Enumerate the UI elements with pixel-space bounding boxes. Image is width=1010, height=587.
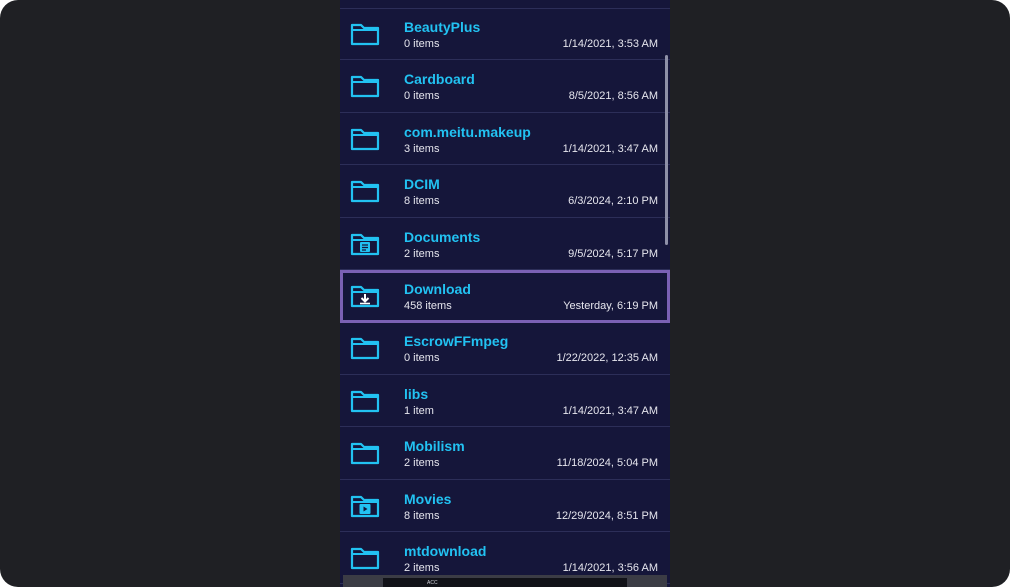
folder-name: Mobilism bbox=[404, 438, 465, 455]
folder-name: mtdownload bbox=[404, 542, 487, 559]
folder-item-count: 2 items bbox=[404, 247, 440, 260]
folder-name: com.meitu.makeup bbox=[404, 123, 531, 140]
folder-name: Cardboard bbox=[404, 71, 475, 88]
folder-modified-date: 1/14/2021, 3:47 AM bbox=[562, 142, 658, 155]
folder-row-documents[interactable]: Documents 2 items 9/5/2024, 5:17 PM bbox=[340, 218, 670, 270]
folder-icon bbox=[350, 74, 380, 98]
folder-icon bbox=[350, 127, 380, 151]
folder-modified-date: 6/3/2024, 2:10 PM bbox=[568, 195, 658, 208]
folder-row-dcim[interactable]: DCIM 8 items 6/3/2024, 2:10 PM bbox=[340, 165, 670, 218]
folder-row-beautyplus[interactable]: BeautyPlus 0 items 1/14/2021, 3:53 AM bbox=[340, 8, 670, 61]
download-folder-icon bbox=[350, 284, 380, 308]
folder-icon bbox=[350, 441, 380, 465]
folder-modified-date: 9/5/2024, 5:17 PM bbox=[568, 247, 658, 260]
movies-folder-icon bbox=[350, 494, 380, 518]
folder-name: EscrowFFmpeg bbox=[404, 333, 509, 350]
folder-row-download[interactable]: Download 458 items Yesterday, 6:19 PM bbox=[340, 269, 670, 324]
folder-modified-date: 12/29/2024, 8:51 PM bbox=[555, 509, 658, 522]
folder-name: Movies bbox=[404, 490, 452, 507]
folder-modified-date: 1/22/2022, 12:35 AM bbox=[556, 352, 658, 365]
folder-item-count: 1 item bbox=[404, 404, 434, 417]
folder-item-count: 8 items bbox=[404, 195, 440, 208]
bottom-bar-inner: ACC bbox=[383, 578, 627, 587]
folder-item-count: 2 items bbox=[404, 457, 440, 470]
folder-name: Documents bbox=[404, 228, 481, 245]
folder-row-cardboard[interactable]: Cardboard 0 items 8/5/2021, 8:56 AM bbox=[340, 60, 670, 113]
folder-icon bbox=[350, 179, 380, 203]
folder-name: BeautyPlus bbox=[404, 19, 481, 35]
documents-folder-icon bbox=[350, 232, 380, 256]
file-manager-panel: BeautyPlus 0 items 1/14/2021, 3:53 AM Cardb… bbox=[340, 0, 670, 587]
folder-row-libs[interactable]: libs 1 item 1/14/2021, 3:47 AM bbox=[340, 375, 670, 428]
folder-item-count: 2 items bbox=[404, 561, 440, 574]
folder-name: Download bbox=[404, 280, 471, 297]
folder-item-count: 0 items bbox=[404, 90, 440, 103]
folder-item-count: 8 items bbox=[404, 509, 440, 522]
folder-icon bbox=[350, 336, 380, 360]
folder-row-escrowffmpeg[interactable]: EscrowFFmpeg 0 items 1/22/2022, 12:35 AM bbox=[340, 322, 670, 375]
bottom-bar-label: ACC bbox=[427, 580, 438, 586]
scrollbar-thumb[interactable] bbox=[665, 55, 668, 245]
folder-modified-date: Yesterday, 6:19 PM bbox=[563, 299, 658, 312]
folder-list: BeautyPlus 0 items 1/14/2021, 3:53 AM Cardb… bbox=[340, 8, 670, 585]
folder-icon bbox=[350, 389, 380, 413]
folder-item-count: 0 items bbox=[404, 352, 440, 365]
folder-modified-date: 1/14/2021, 3:53 AM bbox=[562, 38, 658, 50]
folder-modified-date: 11/18/2024, 5:04 PM bbox=[556, 457, 658, 470]
screen-backdrop: BeautyPlus 0 items 1/14/2021, 3:53 AM Cardb… bbox=[0, 0, 1010, 587]
folder-icon bbox=[350, 546, 380, 570]
bottom-bar: ACC bbox=[343, 575, 667, 587]
folder-row-com-meitu-makeup[interactable]: com.meitu.makeup 3 items 1/14/2021, 3:47 A… bbox=[340, 113, 670, 166]
folder-modified-date: 1/14/2021, 3:56 AM bbox=[562, 561, 658, 574]
folder-name: libs bbox=[404, 385, 429, 402]
folder-icon bbox=[350, 22, 380, 46]
folder-item-count: 3 items bbox=[404, 142, 440, 155]
folder-item-count: 0 items bbox=[404, 38, 440, 50]
folder-modified-date: 8/5/2021, 8:56 AM bbox=[568, 90, 658, 103]
folder-name: DCIM bbox=[404, 176, 440, 193]
folder-row-mobilism[interactable]: Mobilism 2 items 11/18/2024, 5:04 PM bbox=[340, 427, 670, 480]
folder-modified-date: 1/14/2021, 3:47 AM bbox=[562, 404, 658, 417]
folder-item-count: 458 items bbox=[404, 299, 452, 312]
folder-row-movies[interactable]: Movies 8 items 12/29/2024, 8:51 PM bbox=[340, 480, 670, 532]
